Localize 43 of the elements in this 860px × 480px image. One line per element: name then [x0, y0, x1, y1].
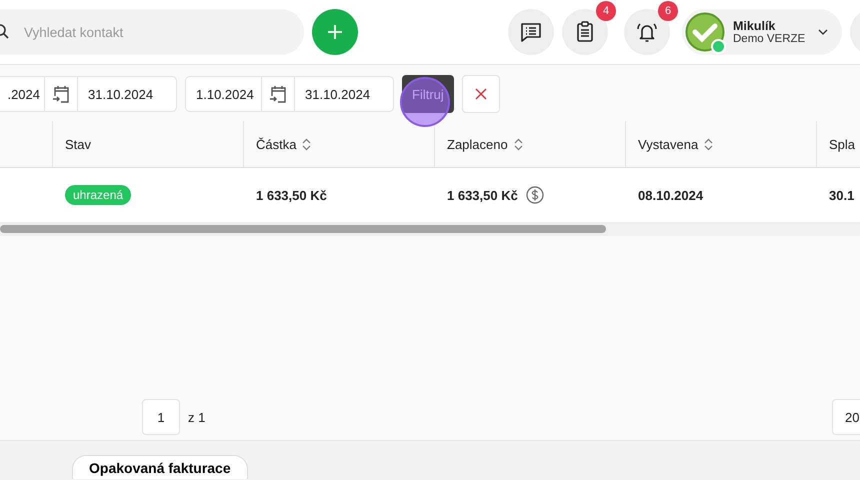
sort-icon	[514, 138, 523, 150]
clipboard-icon	[576, 21, 594, 43]
scrollbar-thumb[interactable]	[0, 225, 606, 233]
dollar-icon	[526, 186, 544, 204]
sort-icon	[302, 138, 312, 150]
user-menu[interactable]: Mikulík Demo VERZE	[682, 9, 842, 55]
page-field[interactable]: 1	[142, 399, 180, 435]
sort-icon	[704, 138, 714, 150]
plus-icon	[327, 24, 343, 40]
user-name: Mikulík	[733, 19, 776, 33]
column-header[interactable]: Spla	[816, 121, 860, 167]
chevron-icon	[818, 29, 828, 35]
close-icon	[474, 88, 487, 100]
column-header[interactable]: Zaplaceno	[434, 121, 625, 167]
add-button[interactable]	[312, 9, 358, 55]
table-cell: 30.1	[829, 188, 854, 202]
notification-badge: 6	[658, 1, 678, 21]
date-from: 1.10.2024	[195, 86, 255, 104]
date-range-field[interactable]: .2024 31.10.2024	[0, 76, 177, 112]
notification-badge: 4	[596, 1, 616, 21]
user-subtitle: Demo VERZE	[733, 33, 806, 45]
message-icon	[520, 22, 542, 42]
column-header[interactable]: Vystavena	[625, 121, 816, 167]
date-to: 31.10.2024	[304, 86, 372, 104]
status-badge: uhrazená	[65, 185, 132, 205]
column-header[interactable]: Stav	[52, 121, 243, 167]
table-cell: 1 633,50 Kč	[256, 188, 327, 202]
clear-button[interactable]	[462, 75, 500, 113]
touch-indicator	[400, 77, 450, 127]
page-count: z 1	[188, 410, 206, 424]
column-header[interactable]: Částka	[243, 121, 434, 167]
date-from: .2024	[6, 86, 41, 104]
date-range-field[interactable]: 1.10.2024 31.10.2024	[185, 76, 394, 112]
table-cell: 08.10.2024	[638, 188, 704, 202]
calendar-icon	[269, 84, 287, 104]
table-cell: 1 633,50 Kč	[447, 188, 518, 202]
bell-icon	[636, 21, 658, 43]
calendar-icon	[52, 84, 70, 104]
date-to: 31.10.2024	[87, 86, 154, 104]
messages-button[interactable]	[508, 9, 554, 55]
page-size-field[interactable]: 20	[832, 399, 860, 435]
recurring-invoice-button[interactable]: Opakovaná fakturace	[72, 455, 248, 479]
search-icon	[0, 24, 10, 40]
